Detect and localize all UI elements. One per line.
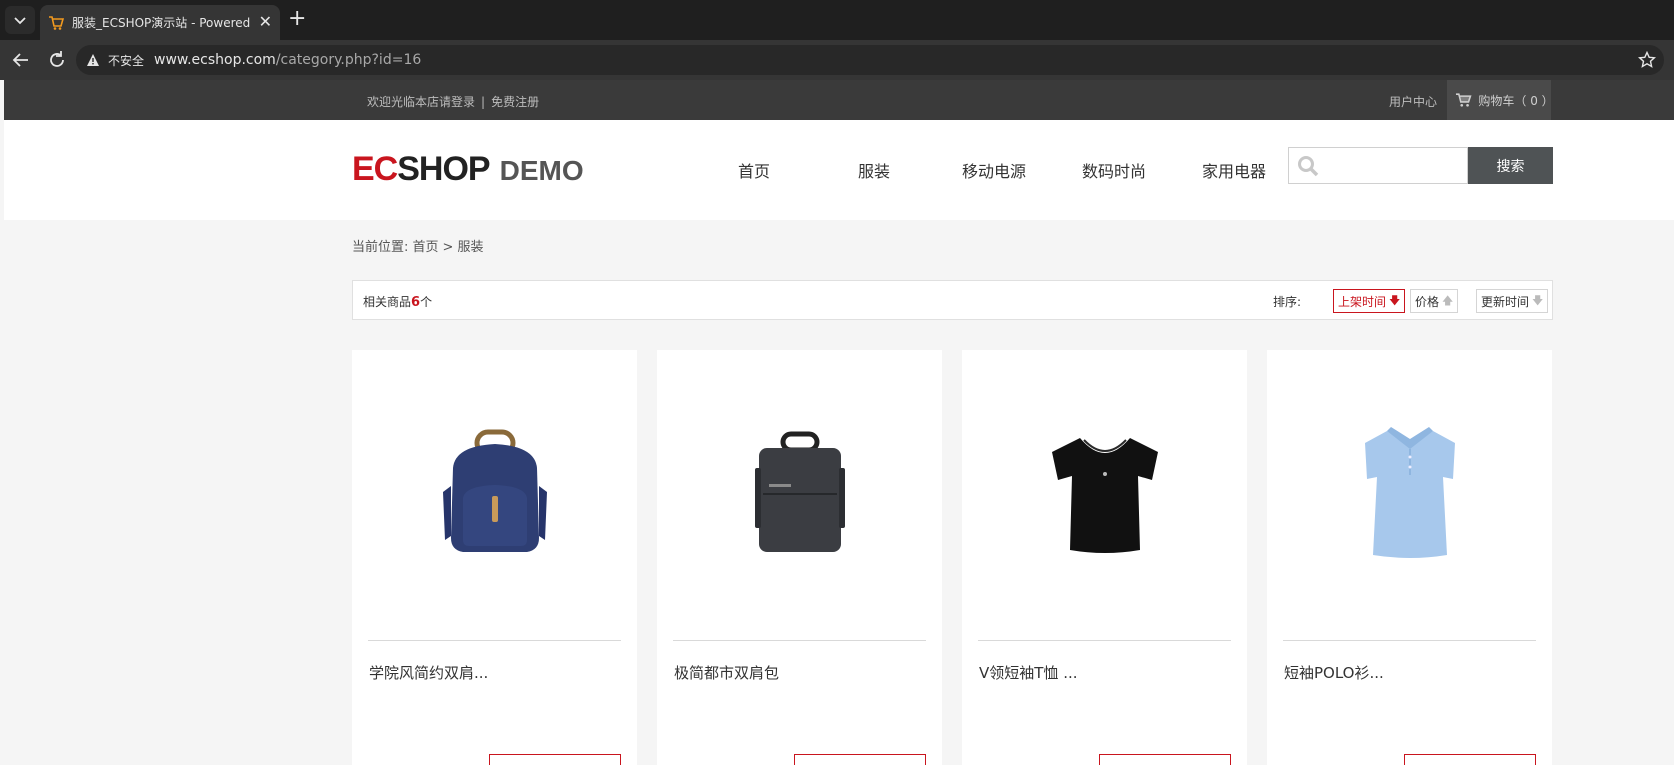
product-name[interactable]: V领短袖T恤 ... (979, 662, 1078, 683)
sort-by-update-time[interactable]: 更新时间 🡇 (1476, 289, 1549, 313)
arrow-down-icon: 🡇 (1532, 293, 1544, 307)
count-number: 6 (411, 295, 421, 310)
card-divider (1283, 640, 1536, 641)
breadcrumb: 当前位置: 首页 > 服装 (352, 236, 483, 255)
cart-label: 购物车（ 0 ） (1478, 93, 1554, 108)
new-tab-icon[interactable]: + (288, 8, 306, 30)
logo-shop: SHOP (397, 150, 490, 188)
sort-option-label: 价格 (1415, 294, 1440, 309)
cart-button[interactable]: 购物车（ 0 ） (1447, 80, 1554, 120)
product-grid: 学院风简约双肩... 极简都市双肩包 V领短袖T恤 ... 短袖POLO衫... (352, 350, 1562, 765)
browser-toolbar: 不安全 www.ecshop.com /category.php?id=16 (0, 40, 1674, 80)
product-name[interactable]: 极简都市双肩包 (674, 662, 779, 683)
buy-button[interactable] (794, 754, 926, 765)
chevron-down-icon (14, 17, 26, 25)
sort-label: 排序: (1273, 295, 1302, 309)
logo-ec: EC (352, 150, 398, 188)
web-page: 欢迎光临本店请登录 | 免费注册 用户中心 购物车（ 0 ） EC SHOP DEMO … (4, 80, 1674, 765)
sort-by-listing-time[interactable]: 上架时间 🡇 (1333, 289, 1406, 313)
card-divider (673, 640, 926, 641)
cart-favicon-icon (49, 15, 64, 30)
login-link[interactable]: 欢迎光临本店请登录 (367, 95, 475, 109)
close-icon[interactable]: ✕ (259, 14, 272, 30)
site-header: EC SHOP DEMO 首页 服装 移动电源 数码时尚 家用电器 搜索 (4, 120, 1674, 220)
product-card[interactable]: 学院风简约双肩... (352, 350, 637, 765)
search-input[interactable] (1325, 152, 1461, 179)
nav-item-power-bank[interactable]: 移动电源 (934, 158, 1054, 182)
browser-tab-strip: 服装_ECSHOP演示站 - Powered by ECShop ✕ + (0, 0, 1674, 40)
product-name[interactable]: 学院风简约双肩... (369, 662, 488, 683)
nav-item-appliances[interactable]: 家用电器 (1174, 158, 1294, 182)
breadcrumb-separator: > (442, 240, 454, 255)
tab-title: 服装_ECSHOP演示站 - Powered by ECShop (72, 16, 252, 30)
product-image[interactable] (352, 350, 637, 635)
cart-icon (1455, 93, 1472, 107)
site-topbar: 欢迎光临本店请登录 | 免费注册 用户中心 购物车（ 0 ） (4, 80, 1674, 120)
backpack-navy-icon (442, 429, 547, 552)
logo-demo: DEMO (499, 155, 584, 186)
sort-option-label: 上架时间 (1338, 294, 1387, 309)
search-button[interactable]: 搜索 (1468, 147, 1553, 184)
breadcrumb-home[interactable]: 首页 (413, 240, 439, 255)
card-divider (978, 640, 1231, 641)
nav-item-home[interactable]: 首页 (694, 158, 814, 182)
url-host: www.ecshop.com (154, 52, 276, 68)
bookmark-star-icon[interactable] (1638, 51, 1656, 69)
browser-tab[interactable]: 服装_ECSHOP演示站 - Powered by ECShop ✕ (40, 5, 280, 40)
nav-item-clothing[interactable]: 服装 (814, 158, 934, 182)
buy-button[interactable] (489, 754, 621, 765)
sort-option-label: 更新时间 (1481, 294, 1530, 309)
site-logo[interactable]: EC SHOP DEMO (352, 150, 584, 189)
address-bar[interactable]: 不安全 www.ecshop.com /category.php?id=16 (76, 45, 1664, 75)
buy-button[interactable] (1099, 754, 1231, 765)
arrow-down-icon: 🡇 (1389, 293, 1401, 307)
product-name[interactable]: 短袖POLO衫... (1284, 662, 1384, 683)
back-arrow-icon[interactable] (10, 49, 32, 71)
warning-icon[interactable] (86, 53, 100, 67)
insecure-label: 不安全 (108, 53, 145, 68)
count-prefix: 相关商品 (363, 295, 412, 309)
main-nav: 首页 服装 移动电源 数码时尚 家用电器 (694, 158, 1294, 182)
product-card[interactable]: 极简都市双肩包 (657, 350, 942, 765)
sort-by-price[interactable]: 价格 🡅 (1410, 289, 1459, 313)
card-divider (368, 640, 621, 641)
buy-button[interactable] (1404, 754, 1536, 765)
breadcrumb-current[interactable]: 服装 (457, 240, 483, 255)
reload-icon[interactable] (46, 49, 68, 71)
product-card[interactable]: V领短袖T恤 ... (962, 350, 1247, 765)
nav-item-digital[interactable]: 数码时尚 (1054, 158, 1174, 182)
register-link[interactable]: 免费注册 (491, 95, 539, 109)
filter-bar: 相关商品6个 排序: 上架时间 🡇 价格 🡅 更新时间 🡇 (352, 280, 1553, 320)
product-image[interactable] (1267, 350, 1552, 635)
backpack-gray-icon (754, 431, 845, 552)
welcome-area: 欢迎光临本店请登录 | 免费注册 (367, 93, 539, 110)
product-image[interactable] (657, 350, 942, 635)
separator: | (481, 95, 486, 109)
url-path: /category.php?id=16 (275, 52, 422, 68)
breadcrumb-prefix: 当前位置: (352, 240, 409, 255)
tshirt-black-icon (1051, 437, 1158, 553)
search-box (1288, 147, 1468, 184)
product-image[interactable] (962, 350, 1247, 635)
count-suffix: 个 (420, 295, 433, 309)
arrow-up-icon: 🡅 (1442, 293, 1454, 307)
user-center-link[interactable]: 用户中心 (1389, 93, 1437, 110)
tab-search-button[interactable] (5, 6, 35, 34)
product-count: 相关商品6个 (363, 293, 432, 310)
search-icon (1298, 156, 1319, 177)
polo-blue-icon (1364, 426, 1455, 558)
product-card[interactable]: 短袖POLO衫... (1267, 350, 1552, 765)
